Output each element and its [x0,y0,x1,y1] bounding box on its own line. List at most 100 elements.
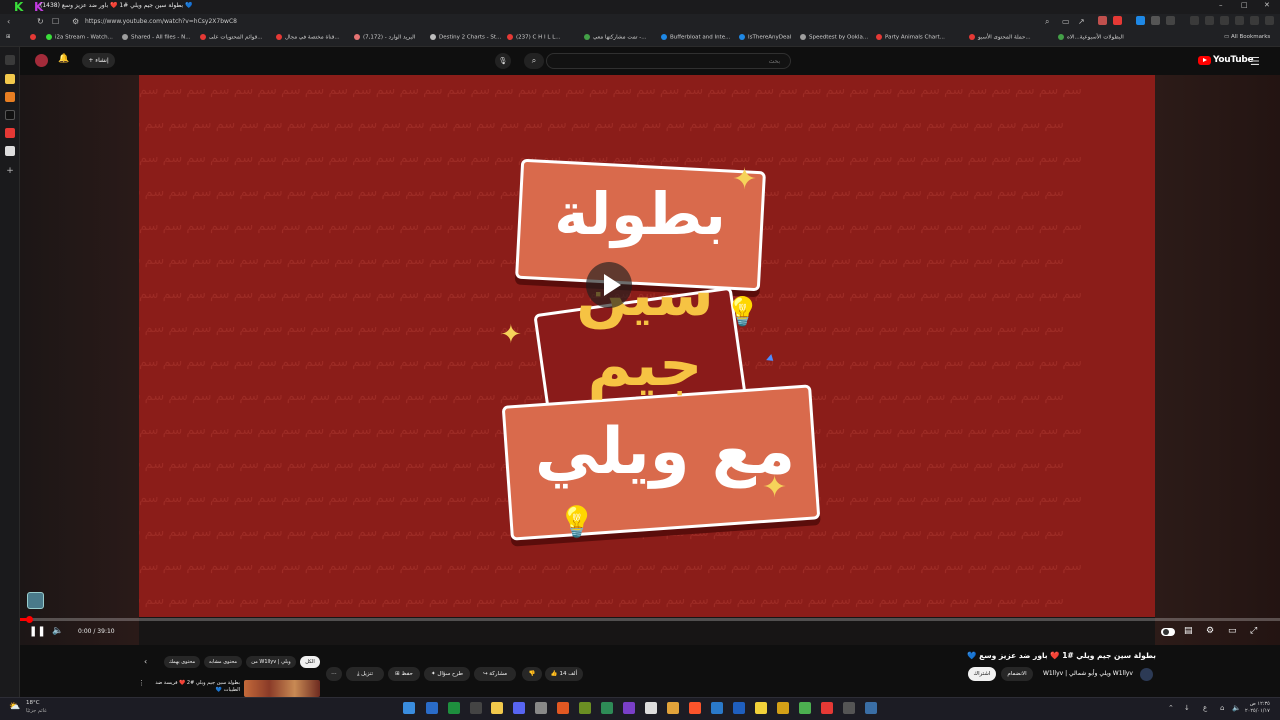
wifi-icon[interactable]: ⌂ [1220,704,1224,712]
taskbar-app-icon[interactable] [755,702,767,714]
join-button[interactable]: الانضمام [1001,667,1033,681]
chip-all[interactable]: الكل [300,656,320,668]
chip-related[interactable]: محتوى مشابه [204,656,242,668]
subscribe-button[interactable]: اشتراك [968,667,996,681]
file-explorer-icon[interactable] [491,702,503,714]
taskbar-app-icon[interactable] [799,702,811,714]
brave-browser-icon[interactable] [689,702,701,714]
tab-icon[interactable] [1220,16,1229,25]
taskbar-app-icon[interactable] [843,702,855,714]
taskbar-app-icon[interactable] [448,702,460,714]
tray-chevron-icon[interactable]: ⌃ [1168,704,1174,712]
bookmark-item[interactable]: قناة مختصة في مجال... [276,34,340,41]
taskbar-app-icon[interactable] [470,702,482,714]
bookmark-item[interactable]: Bufferbloat and Inte... [661,34,730,41]
sidebar-tiktok-icon[interactable] [5,110,15,120]
vscode-icon[interactable] [711,702,723,714]
back-icon[interactable]: ‹ [7,17,10,26]
all-bookmarks-button[interactable]: ▭ All Bookmarks [1224,34,1270,40]
taskbar-app-icon[interactable] [777,702,789,714]
channel-avatar[interactable] [1140,668,1153,681]
volume-icon[interactable]: 🔈 [52,626,63,636]
extensions-puzzle-icon[interactable] [1151,16,1160,25]
youtube-logo-text[interactable]: YouTube [1213,55,1254,65]
bookmark-item[interactable]: قوائم المحتويات على... [200,34,262,41]
extension-icon-2[interactable] [1113,16,1122,25]
dislike-button[interactable]: 👎 [522,667,542,681]
taskbar-app-icon[interactable] [513,702,525,714]
extension-icon-4[interactable] [1166,16,1175,25]
mic-icon[interactable]: 🎙 [495,53,511,69]
scrubber-handle[interactable] [26,616,33,623]
bookmark-item[interactable]: Shared - All files - N... [122,34,191,41]
guide-menu-icon[interactable]: ☰ [1250,55,1260,68]
taskbar-app-icon[interactable] [601,702,613,714]
search-input[interactable] [560,55,780,67]
tray-app-icon[interactable]: ↓ [1184,704,1190,712]
more-actions-button[interactable]: ⋯ [326,667,342,681]
bookmark-item[interactable]: Speedtest by Ookla... [800,34,868,41]
notifications-icon[interactable]: 🔔 [58,54,69,64]
url-field[interactable]: https://www.youtube.com/watch?v=hCsy2X7b… [85,18,237,25]
chevron-left-icon[interactable]: ‹ [144,657,147,666]
close-icon[interactable]: ✕ [1264,1,1270,9]
sidebar-toggle-icon[interactable] [1205,16,1214,25]
weather-icon[interactable]: ⛅ [9,702,20,712]
taskbar-app-icon[interactable] [645,702,657,714]
fullscreen-icon[interactable]: ⤢ [1250,626,1257,636]
tab-title[interactable]: (1438) بطولة سين جيم ويلي #1 ❤️ باور ضد … [40,2,193,9]
zoom-icon[interactable]: ⌕ [1045,17,1049,27]
taskbar-app-icon[interactable] [623,702,635,714]
save-button[interactable]: ⊞ حفظ [388,667,420,681]
more-vert-icon[interactable]: ⋮ [138,679,145,687]
related-video-title[interactable]: بطولة سين جيم ويلي #2 ❤️ فريسة ضد الطيبا… [150,680,240,694]
taskbar-app-icon[interactable] [557,702,569,714]
clock[interactable]: ١٢:٣٥ ص ٢٠٢٥/٠١/١٧ [1245,701,1270,715]
taskbar-app-icon[interactable] [667,702,679,714]
bookmark-item[interactable]: IsThereAnyDeal [739,34,791,41]
bookmark-item[interactable]: تمت مشاركتها معي -... [584,34,646,41]
extension-icon-3[interactable] [1136,16,1145,25]
taskbar-app-icon[interactable] [865,702,877,714]
settings-icon[interactable] [1235,16,1244,25]
apps-grid-icon[interactable]: ⊞ [6,34,11,40]
download-button[interactable]: ⤓ تنزيل [346,667,384,681]
media-icon[interactable] [1190,16,1199,25]
taskbar-app-icon[interactable] [733,702,745,714]
chip-for-you[interactable]: محتوى يهمك [164,656,200,668]
sidebar-add-icon[interactable]: + [5,166,15,176]
bookmark-item[interactable]: Destiny 2 Charts - St... [430,34,501,41]
pause-button-icon[interactable]: ❚❚ [29,626,46,637]
search-icon[interactable]: ⌕ [524,53,544,69]
sidebar-notes-icon[interactable] [5,74,15,84]
settings-gear-icon[interactable]: ⚙ [1206,626,1214,636]
channel-watermark[interactable] [27,592,44,609]
reload-icon[interactable]: ↻ [37,17,44,26]
share-button[interactable]: ↪ مشاركة [474,667,516,681]
maximize-icon[interactable]: □ [1241,1,1248,9]
minimize-icon[interactable]: – [1219,1,1223,9]
sidebar-app2-icon[interactable] [5,146,15,156]
bookmark-item[interactable]: i2a Stream - Watch... [46,34,113,41]
taskbar-app-icon[interactable] [821,702,833,714]
bookmark-item[interactable]: حملة المحتوى الأسبو... [969,34,1031,41]
taskbar-app-icon[interactable] [535,702,547,714]
taskbar-app-icon[interactable] [426,702,438,714]
language-indicator[interactable]: ع [1203,704,1207,712]
create-button[interactable]: + إنشاء [82,53,115,68]
bookmark-item[interactable]: البريد الوارد - (7,172) [354,34,415,41]
taskbar-app-icon[interactable] [579,702,591,714]
like-button[interactable]: 👍 14 ألف [545,667,583,681]
sidebar-app-icon[interactable] [5,92,15,102]
avatar[interactable] [35,54,48,67]
volume-tray-icon[interactable]: 🔈 [1232,704,1241,712]
bookmark-item[interactable]: (237) C H I L L... [507,34,561,41]
related-video-thumbnail[interactable] [244,680,320,697]
install-icon[interactable]: ▭ [1062,17,1070,26]
sidebar-youtube-icon[interactable] [5,128,15,138]
bookmark-item[interactable] [30,34,39,41]
share-page-icon[interactable]: ↗ [1078,17,1085,26]
bookmark-item[interactable]: Party Animals Chart... [876,34,945,41]
menu-icon[interactable] [1265,16,1274,25]
chip-channel[interactable]: من W1llyv | ويلي [246,656,296,668]
